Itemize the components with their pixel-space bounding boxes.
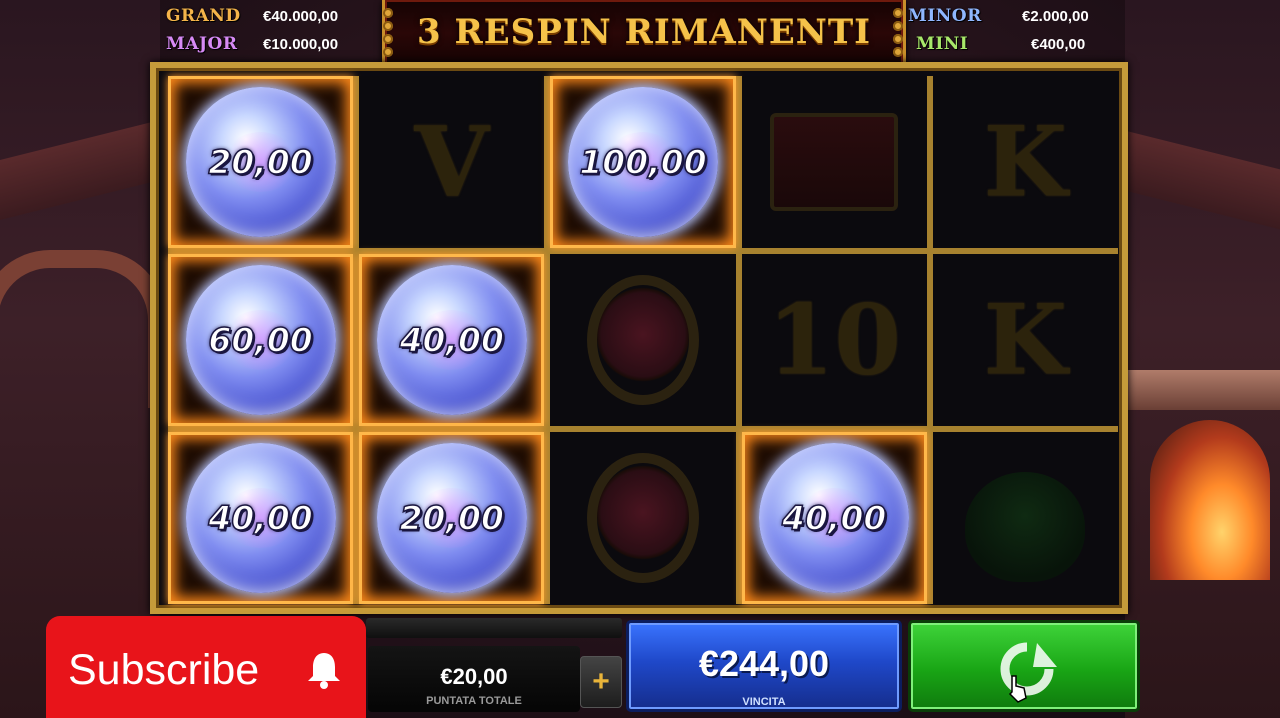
control-strip: [366, 618, 622, 638]
symbol-cell: K: [932, 254, 1118, 426]
win-amount: €244,00: [698, 643, 830, 684]
subscribe-label: Subscribe: [68, 646, 260, 694]
bell-icon: [308, 653, 340, 689]
number-ten-symbol: 10: [767, 283, 901, 397]
jackpot-minor-value: €2.000,00: [1022, 8, 1089, 25]
symbol-cell: [550, 432, 736, 604]
win-label: VINCITA: [742, 696, 786, 708]
ruby-ring-icon: [586, 453, 699, 583]
letter-v-symbol: V: [414, 105, 490, 219]
total-bet-display: €20,00 PUNTATA TOTALE: [368, 646, 580, 712]
orb-value: 20,00: [399, 498, 505, 539]
orb-cell: 40,00: [168, 432, 354, 604]
orb-value: 60,00: [208, 320, 314, 361]
orb-cell: 100,00: [550, 76, 736, 248]
fireplace-mantel: [1125, 370, 1280, 410]
reel-grid: 20,00 V 100,00 K 60,00 40,00 10 K 40,00 …: [168, 76, 1118, 604]
orb-value: 40,00: [399, 320, 505, 361]
orb-value: 40,00: [781, 498, 887, 539]
respin-banner: 3 RESPIN RIMANENTI: [382, 0, 906, 69]
jackpot-grand-value: €40.000,00: [263, 8, 339, 25]
orb-value: 100,00: [579, 142, 708, 183]
total-bet-amount: €20,00: [440, 664, 508, 689]
orb-cell: 20,00: [168, 76, 354, 248]
symbol-cell: 10: [741, 254, 927, 426]
orb-value: 20,00: [208, 142, 314, 183]
background-right-wall: [1125, 0, 1280, 718]
jackpot-major: MAJOR €10.000,00: [166, 32, 376, 56]
increase-bet-button[interactable]: +: [580, 656, 622, 708]
letter-k-symbol: K: [983, 105, 1068, 219]
jackpot-mini-label: MINI: [916, 34, 969, 54]
reel-frame: 20,00 V 100,00 K 60,00 40,00 10 K 40,00 …: [150, 62, 1128, 614]
jackpot-mini: MINI €400,00: [916, 32, 1126, 56]
symbol-cell: [550, 254, 736, 426]
respin-counter-title: 3 RESPIN RIMANENTI: [416, 12, 872, 52]
banner-right-knobs: [893, 6, 905, 62]
total-bet-label: PUNTATA TOTALE: [426, 695, 522, 707]
orb-cell: 40,00: [359, 254, 545, 426]
orb-value: 40,00: [208, 498, 314, 539]
jackpot-major-label: MAJOR: [166, 34, 238, 54]
jackpot-mini-value: €400,00: [1031, 36, 1086, 53]
jackpot-minor: MINOR €2.000,00: [908, 4, 1118, 28]
treasure-chest-icon: [770, 113, 899, 211]
ceiling-beam: [0, 120, 160, 220]
cauldron-icon: [965, 471, 1086, 582]
jackpot-minor-label: MINOR: [908, 6, 982, 26]
ceiling-beam: [1125, 130, 1280, 230]
symbol-cell: [932, 432, 1118, 604]
symbol-cell: [741, 76, 927, 248]
symbol-cell: V: [359, 76, 545, 248]
orb-cell: 40,00: [741, 432, 927, 604]
symbol-cell: K: [932, 76, 1118, 248]
ruby-ring-icon: [586, 275, 699, 405]
orb-cell: 20,00: [359, 432, 545, 604]
subscribe-button[interactable]: Subscribe: [46, 616, 366, 718]
jackpot-major-value: €10.000,00: [263, 36, 339, 53]
orb-cell: 60,00: [168, 254, 354, 426]
fireplace-fire: [1150, 420, 1270, 580]
win-display: €244,00 VINCITA: [626, 620, 902, 712]
background-left-wall: [0, 0, 166, 718]
jackpot-grand: GRAND €40.000,00: [166, 4, 376, 28]
letter-k-symbol: K: [983, 283, 1068, 397]
stone-arch: [0, 250, 166, 408]
jackpot-grand-label: GRAND: [166, 6, 241, 26]
hand-cursor-icon: [1008, 675, 1027, 703]
